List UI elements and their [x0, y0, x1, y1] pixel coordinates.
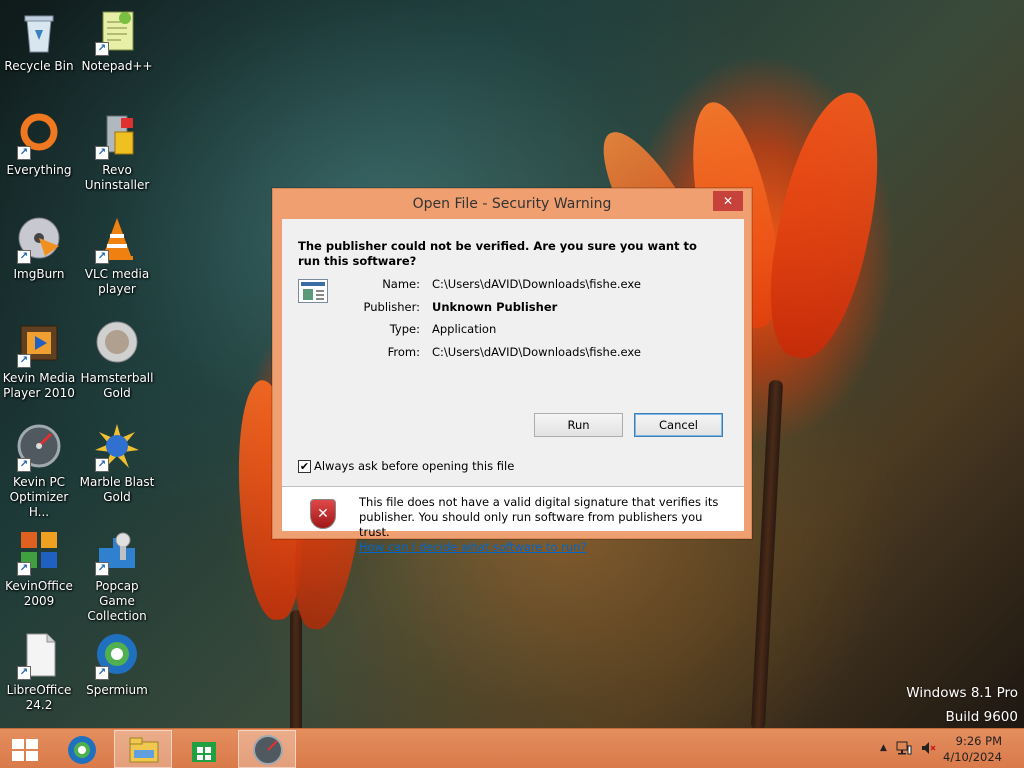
- vlc-cone-icon: ↗: [93, 216, 141, 264]
- shortcut-arrow-icon: ↗: [95, 250, 109, 264]
- property-name-label: Name:: [382, 277, 420, 291]
- pc-optimizer-gauge-icon: ↗: [15, 424, 63, 472]
- taskbar-clock[interactable]: 9:26 PM 4/10/2024: [943, 733, 1002, 765]
- taskbar-store-button[interactable]: [176, 730, 234, 768]
- property-publisher-label: Publisher:: [363, 300, 420, 314]
- shortcut-arrow-icon: ↗: [17, 146, 31, 160]
- notepad-plus-plus-icon: ↗: [93, 8, 141, 56]
- property-publisher-value: Unknown Publisher: [432, 300, 558, 314]
- browser-globe-icon: [68, 736, 96, 764]
- clock-time: 9:26 PM: [955, 734, 1002, 748]
- desktop-icon-kevin-media-player[interactable]: ↗ Kevin Media Player 2010: [0, 320, 78, 401]
- shortcut-arrow-icon: ↗: [17, 354, 31, 368]
- close-button[interactable]: ✕: [713, 191, 743, 211]
- always-ask-row[interactable]: ✔ Always ask before opening this file: [298, 459, 514, 473]
- shortcut-arrow-icon: ↗: [95, 42, 109, 56]
- always-ask-label[interactable]: Always ask before opening this file: [314, 459, 514, 473]
- office-icon: ↗: [15, 528, 63, 576]
- start-button[interactable]: [0, 730, 58, 768]
- windows-build-watermark: Build 9600: [945, 709, 1018, 725]
- application-file-icon: [298, 279, 328, 303]
- desktop-icon-imgburn[interactable]: ↗ ImgBurn: [0, 216, 78, 282]
- recycle-bin-icon: [15, 8, 63, 56]
- footer-message: This file does not have a valid digital …: [359, 495, 729, 555]
- security-warning-dialog: Open File - Security Warning ✕ The publi…: [272, 188, 752, 554]
- everything-search-icon: ↗: [15, 112, 63, 160]
- wallpaper-stem: [290, 610, 302, 740]
- shortcut-arrow-icon: ↗: [95, 146, 109, 160]
- hamsterball-icon: [93, 320, 141, 368]
- property-type-label: Type:: [389, 322, 420, 336]
- show-hidden-icons-chevron-icon[interactable]: ▲: [880, 743, 887, 753]
- always-ask-checkbox[interactable]: ✔: [298, 460, 311, 473]
- puzzle-game-icon: ↗: [93, 528, 141, 576]
- desktop-icon-libreoffice[interactable]: ↗ LibreOffice 24.2: [0, 632, 78, 713]
- desktop-icon-recycle-bin[interactable]: Recycle Bin: [0, 8, 78, 74]
- revo-uninstaller-icon: ↗: [93, 112, 141, 160]
- taskbar: ▲ 9:26 PM 4/10/2024: [0, 728, 1024, 768]
- wallpaper-petal: [752, 83, 898, 367]
- desktop-icon-kevinoffice[interactable]: ↗ KevinOffice 2009: [0, 528, 78, 609]
- property-from-value: C:\Users\dAVID\Downloads\fishe.exe: [432, 345, 641, 359]
- close-icon: ✕: [722, 194, 734, 208]
- property-name-value: C:\Users\dAVID\Downloads\fishe.exe: [432, 277, 641, 291]
- start-windows-icon: [12, 739, 38, 761]
- dialog-body: The publisher could not be verified. Are…: [282, 219, 744, 554]
- property-type-value: Application: [432, 322, 497, 336]
- shortcut-arrow-icon: ↗: [17, 250, 31, 264]
- property-from-label: From:: [387, 345, 420, 359]
- taskbar-pc-optimizer-button[interactable]: [238, 730, 296, 768]
- media-player-film-icon: ↗: [15, 320, 63, 368]
- network-icon[interactable]: [896, 740, 912, 756]
- warning-footer: ✕ This file does not have a valid digita…: [282, 487, 744, 554]
- desktop-icon-hamsterball[interactable]: Hamsterball Gold: [78, 320, 156, 401]
- volume-muted-icon[interactable]: [920, 740, 936, 756]
- desktop-icon-popcap[interactable]: ↗ Popcap Game Collection: [78, 528, 156, 624]
- desktop-icon-kevin-pc-optimizer[interactable]: ↗ Kevin PC Optimizer H...: [0, 424, 78, 520]
- warning-heading: The publisher could not be verified. Are…: [298, 239, 697, 268]
- file-explorer-icon: [129, 737, 159, 763]
- shortcut-arrow-icon: ↗: [17, 458, 31, 472]
- libreoffice-document-icon: ↗: [15, 632, 63, 680]
- shortcut-arrow-icon: ↗: [17, 562, 31, 576]
- pc-optimizer-gauge-icon: [253, 735, 283, 765]
- imgburn-disc-icon: ↗: [15, 216, 63, 264]
- dialog-title: Open File - Security Warning: [412, 196, 612, 212]
- dialog-titlebar[interactable]: Open File - Security Warning ✕: [273, 189, 751, 219]
- footer-warning-text: This file does not have a valid digital …: [359, 495, 719, 539]
- taskbar-browser-button[interactable]: [54, 730, 112, 768]
- taskbar-file-explorer-button[interactable]: [114, 730, 172, 768]
- run-button[interactable]: Run: [534, 413, 623, 437]
- cancel-button[interactable]: Cancel: [634, 413, 723, 437]
- desktop-icon-marble-blast[interactable]: ↗ Marble Blast Gold: [78, 424, 156, 505]
- help-link[interactable]: How can I decide what software to run?: [359, 540, 729, 555]
- windows-edition-watermark: Windows 8.1 Pro: [906, 685, 1018, 701]
- desktop-icon-spermium[interactable]: ↗ Spermium: [78, 632, 156, 698]
- shortcut-arrow-icon: ↗: [17, 666, 31, 680]
- browser-globe-icon: ↗: [93, 632, 141, 680]
- store-icon: [192, 742, 216, 762]
- desktop-icon-everything[interactable]: ↗ Everything: [0, 112, 78, 178]
- system-tray: ▲ 9:26 PM 4/10/2024: [864, 729, 1024, 768]
- clock-date: 4/10/2024: [943, 750, 1002, 764]
- shortcut-arrow-icon: ↗: [95, 666, 109, 680]
- desktop-icon-vlc[interactable]: ↗ VLC media player: [78, 216, 156, 297]
- marble-blast-icon: ↗: [93, 424, 141, 472]
- desktop-icon-notepad-plus-plus[interactable]: ↗ Notepad++: [78, 8, 156, 74]
- shortcut-arrow-icon: ↗: [95, 562, 109, 576]
- security-shield-icon: ✕: [310, 499, 336, 529]
- wallpaper-stem: [750, 379, 784, 731]
- desktop-icon-revo-uninstaller[interactable]: ↗ Revo Uninstaller: [78, 112, 156, 193]
- shortcut-arrow-icon: ↗: [95, 458, 109, 472]
